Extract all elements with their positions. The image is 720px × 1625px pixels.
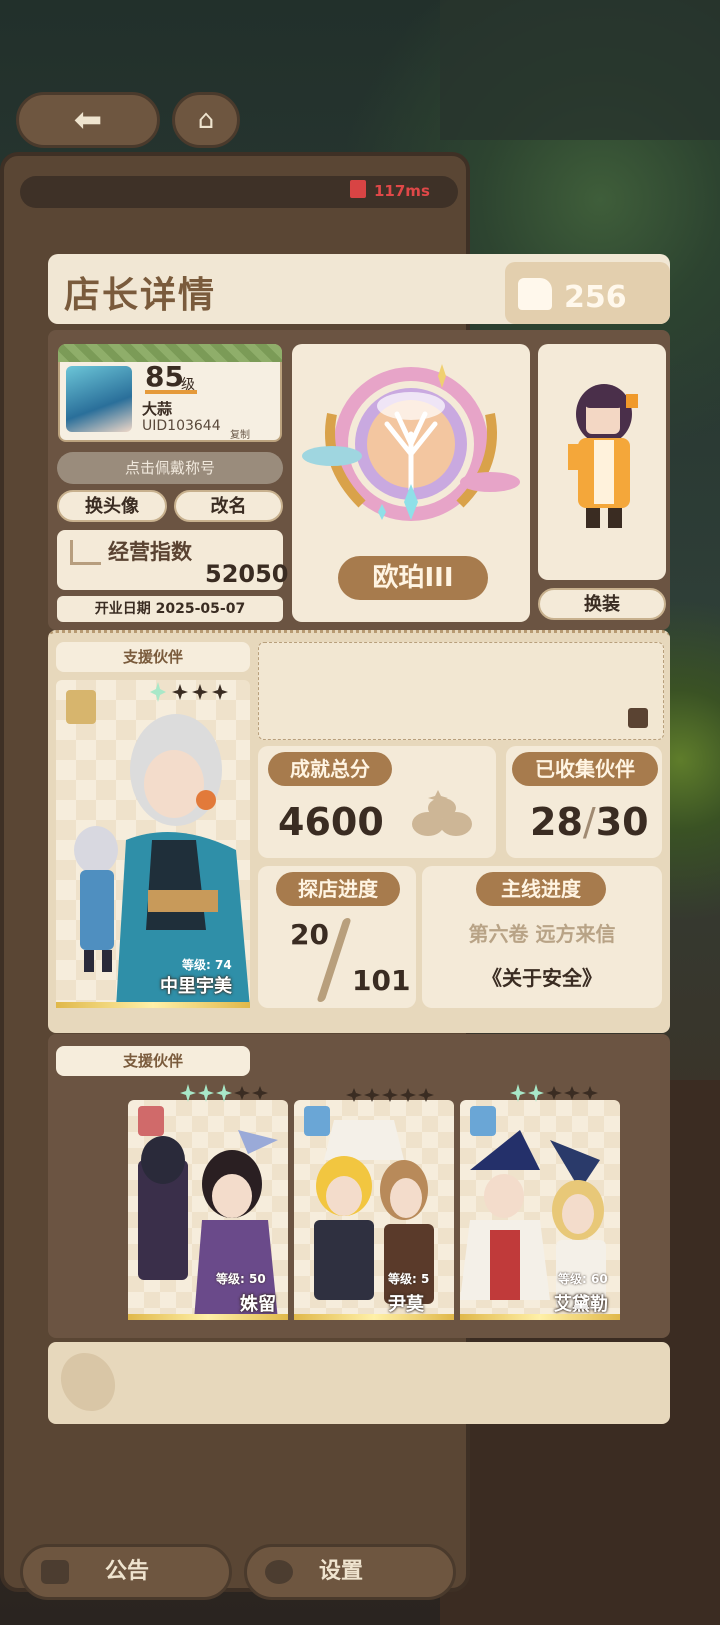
collected-label: 已收集伙伴 — [512, 752, 658, 786]
collected-slash: / — [582, 800, 596, 844]
like-count: 256 — [564, 280, 627, 315]
home-icon: ⌂ — [197, 105, 215, 135]
copy-uid-button[interactable]: 复制 — [230, 426, 250, 441]
coffee-beans-icon — [412, 790, 472, 836]
ping-text: 117ms — [374, 182, 430, 200]
settings-button[interactable]: 设置 — [244, 1544, 456, 1600]
edit-icon[interactable] — [628, 708, 648, 728]
player-character-sprite — [568, 384, 638, 528]
player-name: 大蒜 — [142, 400, 173, 418]
team-member-class-icon — [470, 1106, 496, 1136]
background-wall — [440, 0, 720, 140]
open-date: 开业日期 2025-05-07 — [57, 596, 283, 622]
achievement-value: 4600 — [278, 800, 384, 844]
team-label: 支援伙伴 — [56, 1046, 250, 1076]
team-member-rarity-bar — [294, 1314, 454, 1320]
rename-button[interactable]: 改名 — [174, 490, 283, 522]
main-story-chapter: 《关于安全》 — [482, 966, 602, 990]
change-outfit-button[interactable]: 换装 — [538, 588, 666, 620]
character-card — [538, 344, 666, 580]
business-index-label: 经营指数 — [108, 540, 192, 564]
team-member-class-icon — [138, 1106, 164, 1136]
partner-level: 等级: 74 — [182, 958, 232, 972]
achievement-label: 成就总分 — [268, 752, 392, 786]
support-partner-label: 支援伙伴 — [56, 642, 250, 672]
partner-name: 中里宇美 — [160, 976, 232, 997]
notice-label: 公告 — [105, 1559, 150, 1584]
home-button[interactable]: ⌂ — [172, 92, 240, 148]
partner-class-icon — [66, 690, 96, 724]
team-member-stars — [510, 1084, 598, 1102]
level-underline — [145, 390, 197, 394]
team-member-level: 等级: 5 — [388, 1272, 430, 1286]
team-member-level: 等级: 60 — [558, 1272, 608, 1286]
partner-stars — [150, 682, 228, 702]
notice-button[interactable]: 公告 — [20, 1544, 232, 1600]
player-level: 85 — [145, 360, 184, 393]
team-member-name: 艾黛勒 — [554, 1294, 608, 1315]
main-story-volume: 第六卷 远方来信 — [468, 922, 616, 946]
change-avatar-button[interactable]: 换头像 — [57, 490, 167, 522]
rank-name: 欧珀III — [338, 556, 488, 600]
exploration-current: 20 — [290, 918, 329, 951]
team-member-rarity-bar — [460, 1314, 620, 1320]
chart-icon — [70, 540, 101, 565]
signature-box[interactable] — [258, 642, 664, 740]
settings-label: 设置 — [319, 1559, 364, 1584]
partner-rarity-bar — [56, 1002, 250, 1008]
avatar[interactable] — [66, 366, 132, 432]
main-story-label: 主线进度 — [476, 872, 606, 906]
team-member-stars — [346, 1088, 434, 1102]
back-button[interactable]: ⬅ — [16, 92, 160, 148]
team-member-rarity-bar — [128, 1314, 288, 1320]
business-index-value: 52050 — [205, 560, 289, 588]
exploration-total: 101 — [352, 964, 411, 997]
gear-icon — [265, 1560, 293, 1584]
exploration-label: 探店进度 — [276, 872, 400, 906]
collected-value: 28/30 — [530, 800, 649, 844]
empty-slot-section — [48, 1342, 670, 1424]
wear-title-button[interactable]: 点击佩戴称号 — [57, 452, 283, 484]
team-member-stars — [180, 1084, 268, 1102]
briefcase-icon — [41, 1560, 69, 1584]
back-arrow-icon: ⬅ — [73, 100, 103, 140]
collected-total: 30 — [595, 800, 649, 844]
player-uid: UID103644 — [142, 418, 221, 434]
team-member-name: 姝留 — [240, 1294, 276, 1315]
collected-current: 28 — [530, 800, 583, 844]
team-member-class-icon — [304, 1106, 330, 1136]
thumbs-up-icon — [518, 278, 552, 310]
team-member-level: 等级: 50 — [216, 1272, 266, 1286]
popup-title: 店长详情 — [64, 275, 217, 316]
signal-icon — [350, 180, 366, 198]
team-member-name: 尹莫 — [388, 1294, 424, 1315]
